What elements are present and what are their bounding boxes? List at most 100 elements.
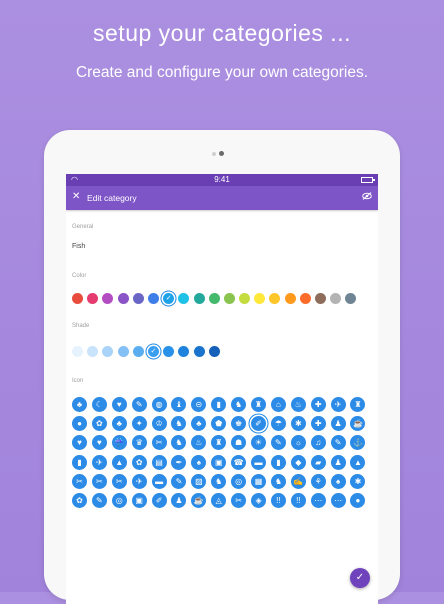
category-icon-option[interactable]: ☎ bbox=[231, 454, 247, 470]
category-icon-option[interactable]: ♠ bbox=[191, 454, 207, 470]
close-icon[interactable]: ✕ bbox=[72, 191, 80, 202]
category-icon-option[interactable]: ♟ bbox=[171, 492, 187, 508]
category-icon-option[interactable]: ♛ bbox=[131, 435, 147, 451]
category-icon-option[interactable]: ♥ bbox=[72, 435, 87, 451]
shade-swatch[interactable] bbox=[178, 346, 190, 357]
category-icon-option[interactable]: ✿ bbox=[91, 416, 107, 432]
category-icon-option[interactable]: ♥ bbox=[91, 435, 107, 451]
category-icon-option[interactable]: ◆ bbox=[290, 454, 306, 470]
category-icon-option[interactable]: !! bbox=[270, 492, 286, 508]
shade-swatch[interactable] bbox=[72, 346, 83, 357]
category-icon-option[interactable]: ♞ bbox=[211, 473, 227, 489]
category-icon-option[interactable]: ✿ bbox=[72, 492, 87, 508]
category-icon-option[interactable]: ♠ bbox=[330, 473, 346, 489]
color-swatch[interactable] bbox=[178, 293, 190, 304]
category-icon-option[interactable]: ✱ bbox=[290, 416, 306, 432]
category-icon-option[interactable]: ▮ bbox=[72, 454, 87, 470]
category-icon-option[interactable]: ▣ bbox=[131, 492, 147, 508]
category-icon-option[interactable]: ♞ bbox=[171, 435, 187, 451]
shade-swatch[interactable] bbox=[208, 346, 220, 357]
category-icon-option[interactable]: ✎ bbox=[270, 435, 286, 451]
category-icon-option[interactable]: ☼ bbox=[290, 435, 306, 451]
category-icon-option[interactable]: ♣ bbox=[191, 416, 207, 432]
category-icon-option[interactable]: ▰ bbox=[310, 454, 326, 470]
category-icon-option[interactable]: ♔ bbox=[151, 416, 167, 432]
shade-swatch[interactable] bbox=[132, 346, 144, 357]
category-icon-option[interactable]: ▲ bbox=[111, 454, 127, 470]
category-icon-option[interactable]: ♣ bbox=[111, 416, 127, 432]
category-icon-option[interactable]: ☗ bbox=[231, 435, 247, 451]
color-swatch[interactable] bbox=[345, 293, 357, 304]
category-icon-option[interactable]: !! bbox=[290, 492, 306, 508]
category-icon-option[interactable]: ☕ bbox=[350, 416, 366, 432]
category-icon-option[interactable]: ✿ bbox=[131, 454, 147, 470]
category-icon-option[interactable]: ♟ bbox=[330, 454, 346, 470]
category-icon-option[interactable]: ✎ bbox=[91, 492, 107, 508]
category-icon-option[interactable]: ◍ bbox=[151, 397, 167, 412]
category-icon-option[interactable]: ✈ bbox=[330, 397, 346, 412]
category-icon-option[interactable]: ✂ bbox=[91, 473, 107, 489]
category-icon-option[interactable]: ● bbox=[72, 416, 87, 432]
color-swatch[interactable] bbox=[315, 293, 326, 304]
category-icon-option[interactable]: ♜ bbox=[211, 435, 227, 451]
category-icon-option[interactable]: ✂ bbox=[151, 435, 167, 451]
color-swatch[interactable] bbox=[193, 293, 205, 304]
category-icon-option[interactable]: ☾ bbox=[91, 397, 107, 412]
category-icon-option[interactable]: ♣ bbox=[72, 397, 87, 412]
shade-swatch[interactable] bbox=[163, 346, 175, 357]
category-icon-option[interactable]: ● bbox=[350, 492, 366, 508]
category-icon-option[interactable]: ◈ bbox=[251, 492, 267, 508]
category-icon-option[interactable]: ⬟ bbox=[211, 416, 227, 432]
category-icon-option[interactable]: ▦ bbox=[251, 473, 267, 489]
category-icon-option[interactable]: ♞ bbox=[171, 416, 187, 432]
color-swatch[interactable] bbox=[299, 293, 311, 304]
category-icon-option[interactable]: ✐ bbox=[151, 492, 167, 508]
category-icon-option[interactable]: ☂ bbox=[270, 416, 286, 432]
color-swatch[interactable] bbox=[72, 293, 83, 304]
category-icon-option[interactable]: ✐ bbox=[251, 416, 267, 432]
color-swatch[interactable] bbox=[87, 293, 99, 304]
category-icon-option[interactable]: ◎ bbox=[231, 473, 247, 489]
color-swatch[interactable] bbox=[254, 293, 266, 304]
category-icon-option[interactable]: ✈ bbox=[131, 473, 147, 489]
confirm-button[interactable]: ✓ bbox=[350, 568, 370, 588]
color-swatch[interactable] bbox=[117, 293, 129, 304]
category-icon-option[interactable]: ♜ bbox=[350, 397, 366, 412]
shade-swatch[interactable] bbox=[87, 346, 99, 357]
category-icon-option[interactable]: ⚓ bbox=[350, 435, 366, 451]
color-swatch[interactable] bbox=[163, 293, 175, 304]
category-icon-option[interactable]: ⌂ bbox=[270, 397, 286, 412]
category-icon-option[interactable]: ✦ bbox=[131, 416, 147, 432]
shade-swatch[interactable] bbox=[102, 346, 114, 357]
shade-swatch[interactable] bbox=[193, 346, 205, 357]
color-swatch[interactable] bbox=[239, 293, 251, 304]
category-icon-option[interactable]: ✒ bbox=[171, 454, 187, 470]
category-icon-option[interactable]: ♫ bbox=[310, 435, 326, 451]
category-icon-option[interactable]: ☔ bbox=[111, 435, 127, 451]
category-icon-option[interactable]: ✂ bbox=[72, 473, 87, 489]
category-icon-option[interactable]: ✚ bbox=[310, 416, 326, 432]
category-icon-option[interactable]: ▲ bbox=[350, 454, 366, 470]
shade-swatch[interactable] bbox=[147, 346, 159, 357]
category-icon-option[interactable]: ♟ bbox=[330, 416, 346, 432]
category-icon-option[interactable]: ☕ bbox=[191, 492, 207, 508]
eye-off-icon[interactable] bbox=[362, 192, 372, 202]
category-icon-option[interactable]: ✂ bbox=[111, 473, 127, 489]
category-icon-option[interactable]: ♨ bbox=[191, 435, 207, 451]
category-icon-option[interactable]: ♞ bbox=[270, 473, 286, 489]
category-icon-option[interactable]: ⋯ bbox=[330, 492, 346, 508]
category-icon-option[interactable]: ♞ bbox=[231, 397, 247, 412]
category-icon-option[interactable]: ⊝ bbox=[191, 397, 207, 412]
color-swatch[interactable] bbox=[330, 293, 342, 304]
category-icon-option[interactable]: ◬ bbox=[211, 492, 227, 508]
category-icon-option[interactable]: ✈ bbox=[91, 454, 107, 470]
category-icon-option[interactable]: ⋯ bbox=[310, 492, 326, 508]
category-icon-option[interactable]: ✂ bbox=[231, 492, 247, 508]
category-icon-option[interactable]: ▬ bbox=[151, 473, 167, 489]
category-name-field[interactable]: Fish bbox=[72, 243, 85, 250]
category-icon-option[interactable]: ▨ bbox=[191, 473, 207, 489]
category-icon-option[interactable]: ♚ bbox=[231, 416, 247, 432]
category-icon-option[interactable]: ⚘ bbox=[310, 473, 326, 489]
category-icon-option[interactable]: ▤ bbox=[151, 454, 167, 470]
color-swatch[interactable] bbox=[269, 293, 281, 304]
